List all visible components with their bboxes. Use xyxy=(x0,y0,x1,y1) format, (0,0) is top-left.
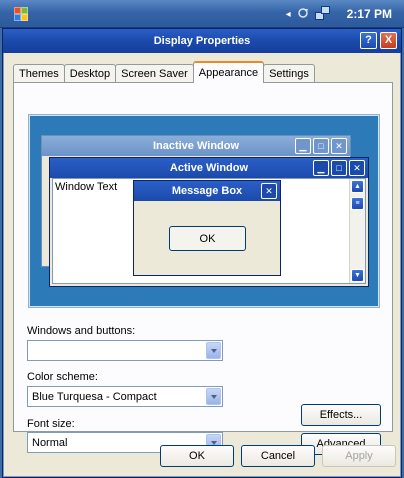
windows-buttons-label: Windows and buttons: xyxy=(27,325,136,337)
clock[interactable]: 2:17 PM xyxy=(347,7,392,21)
preview-scrollbar: ▲ ≡ ▼ xyxy=(349,179,365,283)
color-scheme-label: Color scheme: xyxy=(27,371,98,383)
ok-button[interactable]: OK xyxy=(160,445,234,467)
inactive-window-title: Inactive Window xyxy=(152,140,240,152)
font-size-label: Font size: xyxy=(27,418,75,430)
minimize-icon: ▁ xyxy=(313,160,329,176)
tab-screen-saver[interactable]: Screen Saver xyxy=(115,64,194,83)
chevron-down-icon[interactable] xyxy=(206,342,221,359)
tab-appearance[interactable]: Appearance xyxy=(192,61,265,83)
effects-button[interactable]: Effects... xyxy=(301,404,381,426)
chevron-down-icon[interactable] xyxy=(206,388,221,405)
tab-strip: Themes Desktop Screen Saver Appearance S… xyxy=(13,61,315,83)
taskbar: ◂ 2:17 PM xyxy=(0,0,404,28)
maximize-icon: □ xyxy=(313,138,329,154)
windows-logo-icon[interactable] xyxy=(14,7,28,21)
close-button[interactable]: X xyxy=(380,32,397,49)
font-size-value: Normal xyxy=(32,436,68,449)
dialog-title: Display Properties xyxy=(153,35,251,47)
tab-desktop[interactable]: Desktop xyxy=(63,64,117,83)
tab-settings[interactable]: Settings xyxy=(263,64,315,83)
color-scheme-select[interactable]: Blue Turquesa - Compact xyxy=(27,386,223,407)
color-scheme-value: Blue Turquesa - Compact xyxy=(32,390,157,403)
cancel-button[interactable]: Cancel xyxy=(241,445,315,467)
active-window-title: Active Window xyxy=(169,162,249,174)
message-box-ok-button: OK xyxy=(169,226,246,251)
scroll-up-icon: ▲ xyxy=(351,180,364,193)
arrow-left-icon[interactable]: ◂ xyxy=(286,9,291,20)
scroll-thumb: ≡ xyxy=(351,197,364,210)
network-icon[interactable] xyxy=(314,6,331,22)
maximize-icon: □ xyxy=(331,160,347,176)
minimize-icon: ▁ xyxy=(295,138,311,154)
close-icon: ✕ xyxy=(331,138,347,154)
window-text: Window Text xyxy=(55,181,118,193)
appearance-preview: Inactive Window ▁ □ ✕ Active Window ▁ □ … xyxy=(28,114,380,308)
appearance-panel: Inactive Window ▁ □ ✕ Active Window ▁ □ … xyxy=(13,82,393,455)
help-button[interactable]: ? xyxy=(360,32,377,49)
scroll-down-icon: ▼ xyxy=(351,269,364,282)
windows-buttons-select[interactable] xyxy=(27,340,223,361)
system-tray: ◂ 2:17 PM xyxy=(274,0,404,28)
tab-themes[interactable]: Themes xyxy=(13,64,65,83)
message-box-title: Message Box xyxy=(171,185,243,197)
preview-message-box: Message Box ✕ OK xyxy=(133,180,281,276)
close-icon: ✕ xyxy=(261,183,277,199)
title-bar[interactable]: Display Properties ? X xyxy=(3,29,401,53)
apply-button[interactable]: Apply xyxy=(322,445,396,467)
preview-active-window: Active Window ▁ □ ✕ Window Text ▲ ≡ ▼ Me… xyxy=(49,157,369,287)
sync-icon[interactable] xyxy=(297,7,309,22)
close-icon: X xyxy=(384,34,393,46)
close-icon: ✕ xyxy=(349,160,365,176)
display-properties-dialog: Display Properties ? X Themes Desktop Sc… xyxy=(2,28,402,478)
